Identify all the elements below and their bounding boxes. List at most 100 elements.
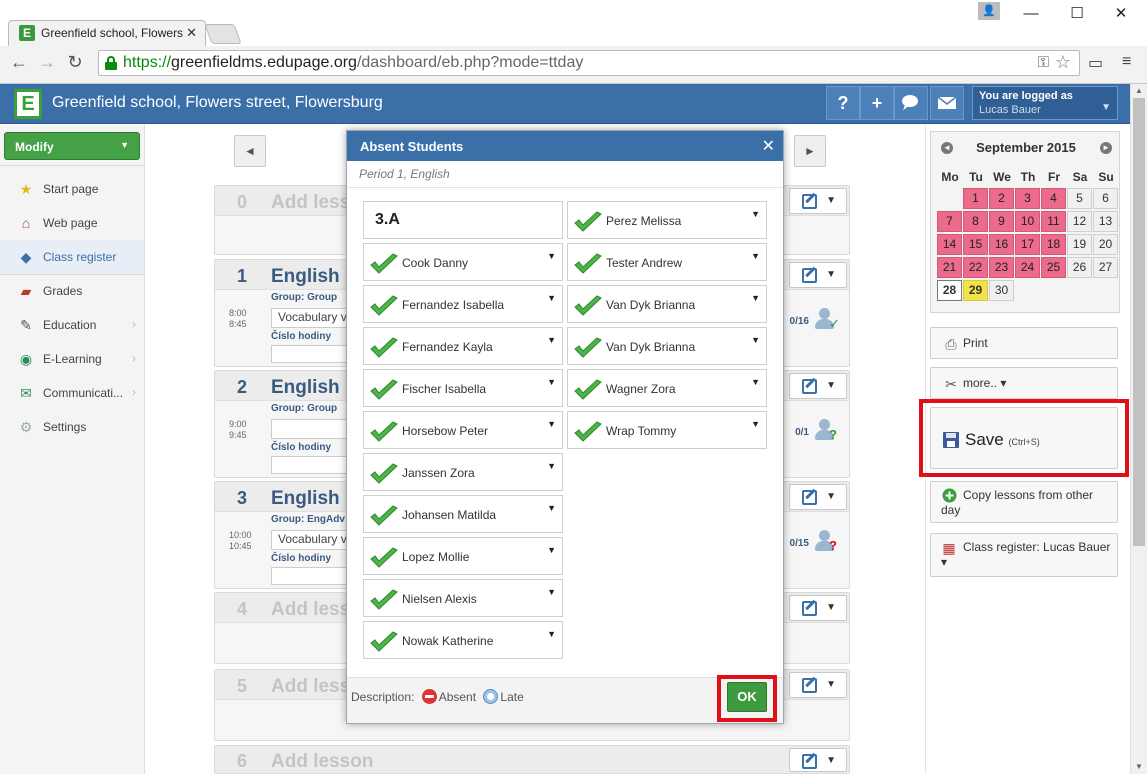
edupage-logo-icon[interactable]: E: [14, 89, 42, 119]
bookmark-star-icon[interactable]: ☆: [1055, 52, 1071, 73]
print-button[interactable]: ⎙ Print: [930, 327, 1118, 359]
sidebar-item-web-page[interactable]: ⌂ Web page: [0, 206, 144, 240]
chevron-down-icon[interactable]: ▼: [547, 335, 556, 345]
copy-lessons-button[interactable]: Copy lessons from other day: [930, 481, 1118, 523]
reload-icon[interactable]: ↻: [64, 52, 86, 74]
student-cell[interactable]: Fernandez Kayla ▼: [363, 327, 563, 365]
calendar-day[interactable]: 3: [1015, 188, 1040, 209]
calendar-day[interactable]: 25: [1041, 257, 1066, 278]
attendance-missing-icon[interactable]: ?: [813, 530, 841, 554]
modify-button[interactable]: Modify ▼: [4, 132, 140, 160]
minimize-window-icon[interactable]: —: [1016, 4, 1046, 26]
maximize-window-icon[interactable]: ☐: [1062, 4, 1092, 26]
chevron-down-icon[interactable]: ▼: [751, 251, 760, 261]
student-cell[interactable]: Van Dyk Brianna ▼: [567, 285, 767, 323]
chevron-down-icon[interactable]: ▼: [547, 461, 556, 471]
calendar-next-icon[interactable]: ►: [1100, 142, 1112, 154]
chevron-down-icon[interactable]: ▼: [547, 545, 556, 555]
calendar-day[interactable]: 20: [1093, 234, 1118, 255]
calendar-day[interactable]: 15: [963, 234, 988, 255]
chevron-down-icon[interactable]: ▼: [547, 419, 556, 429]
calendar-day[interactable]: 18: [1041, 234, 1066, 255]
chevron-down-icon[interactable]: ▼: [751, 293, 760, 303]
calendar-day[interactable]: 27: [1093, 257, 1118, 278]
sidebar-item-education[interactable]: ✎ Education ›: [0, 308, 144, 342]
forward-arrow-icon[interactable]: →: [36, 52, 58, 74]
attendance-ok-icon[interactable]: ✓: [813, 308, 841, 332]
vertical-scrollbar[interactable]: ▲ ▼: [1130, 84, 1147, 774]
sidebar-item-communication[interactable]: ✉ Communicati... ›: [0, 376, 144, 410]
edit-lesson-button[interactable]: ▼: [789, 188, 847, 214]
calendar-day[interactable]: 19: [1067, 234, 1092, 255]
student-cell[interactable]: Horsebow Peter ▼: [363, 411, 563, 449]
student-cell[interactable]: Lopez Mollie ▼: [363, 537, 563, 575]
next-day-button[interactable]: ►: [794, 135, 826, 167]
student-cell[interactable]: Johansen Matilda ▼: [363, 495, 563, 533]
calendar-day[interactable]: 26: [1067, 257, 1092, 278]
mail-icon[interactable]: [930, 86, 964, 120]
calendar-day[interactable]: 1: [963, 188, 988, 209]
new-tab-button[interactable]: [204, 24, 242, 44]
student-cell[interactable]: Nowak Katherine ▼: [363, 621, 563, 659]
calendar-day[interactable]: 24: [1015, 257, 1040, 278]
calendar-day[interactable]: 14: [937, 234, 962, 255]
class-register-user-button[interactable]: ▦ Class register: Lucas Bauer ▾: [930, 533, 1118, 577]
chevron-down-icon[interactable]: ▼: [547, 293, 556, 303]
student-cell[interactable]: Janssen Zora ▼: [363, 453, 563, 491]
edit-lesson-button[interactable]: ▼: [789, 595, 847, 621]
calendar-day[interactable]: 5: [1067, 188, 1092, 209]
student-cell[interactable]: Van Dyk Brianna ▼: [567, 327, 767, 365]
calendar-day[interactable]: 28: [937, 280, 962, 301]
chevron-down-icon[interactable]: ▼: [547, 587, 556, 597]
student-cell[interactable]: Fischer Isabella ▼: [363, 369, 563, 407]
sidebar-item-e-learning[interactable]: ◉ E-Learning ›: [0, 342, 144, 376]
url-input[interactable]: https://greenfieldms.edupage.org/dashboa…: [98, 50, 1080, 76]
calendar-day[interactable]: 29: [963, 280, 988, 301]
user-menu-button[interactable]: You are logged as Lucas Bauer ▼: [972, 86, 1118, 120]
student-cell[interactable]: Wagner Zora ▼: [567, 369, 767, 407]
sidebar-item-start-page[interactable]: ★ Start page: [0, 172, 144, 206]
student-cell[interactable]: Tester Andrew ▼: [567, 243, 767, 281]
edit-lesson-button[interactable]: ▼: [789, 484, 847, 510]
calendar-day[interactable]: 7: [937, 211, 962, 232]
tab-close-icon[interactable]: ✕: [186, 25, 197, 41]
calendar-day[interactable]: 12: [1067, 211, 1092, 232]
browser-profile-icon[interactable]: 👤: [978, 2, 1000, 20]
add-lesson-link[interactable]: Add less: [271, 676, 350, 698]
chevron-down-icon[interactable]: ▼: [547, 503, 556, 513]
chevron-down-icon[interactable]: ▼: [547, 629, 556, 639]
chevron-down-icon[interactable]: ▼: [751, 377, 760, 387]
browser-tab[interactable]: E Greenfield school, Flowers ✕: [8, 20, 206, 46]
calendar-day[interactable]: 17: [1015, 234, 1040, 255]
close-window-icon[interactable]: ✕: [1106, 4, 1136, 26]
edit-lesson-button[interactable]: ▼: [789, 672, 847, 698]
sidebar-item-class-register[interactable]: ◆ Class register: [0, 240, 144, 274]
calendar-day[interactable]: 13: [1093, 211, 1118, 232]
chevron-down-icon[interactable]: ▼: [751, 209, 760, 219]
lesson-subject[interactable]: English: [271, 377, 340, 399]
student-cell[interactable]: Perez Melissa ▼: [567, 201, 767, 239]
calendar-day[interactable]: 10: [1015, 211, 1040, 232]
attendance-unknown-icon[interactable]: ?: [813, 419, 841, 443]
student-cell[interactable]: Nielsen Alexis ▼: [363, 579, 563, 617]
key-icon[interactable]: ⚿: [1038, 54, 1049, 71]
close-icon[interactable]: ✕: [762, 136, 775, 156]
calendar-day[interactable]: 23: [989, 257, 1014, 278]
calendar-day[interactable]: 22: [963, 257, 988, 278]
calendar-day[interactable]: 16: [989, 234, 1014, 255]
student-cell[interactable]: Wrap Tommy ▼: [567, 411, 767, 449]
calendar-day[interactable]: 9: [989, 211, 1014, 232]
cast-icon[interactable]: ▭: [1088, 53, 1103, 73]
calendar-day[interactable]: 30: [989, 280, 1014, 301]
chevron-down-icon[interactable]: ▼: [751, 419, 760, 429]
help-button[interactable]: ?: [826, 86, 860, 120]
add-lesson-link[interactable]: Add lesson: [271, 751, 373, 773]
add-lesson-link[interactable]: Add less: [271, 599, 350, 621]
calendar-day[interactable]: 4: [1041, 188, 1066, 209]
calendar-day[interactable]: 8: [963, 211, 988, 232]
edit-lesson-button[interactable]: ▼: [789, 373, 847, 399]
sidebar-item-grades[interactable]: ▰ Grades: [0, 274, 144, 308]
chevron-down-icon[interactable]: ▼: [547, 251, 556, 261]
browser-menu-icon[interactable]: ≡: [1122, 53, 1131, 71]
chevron-down-icon[interactable]: ▼: [547, 377, 556, 387]
